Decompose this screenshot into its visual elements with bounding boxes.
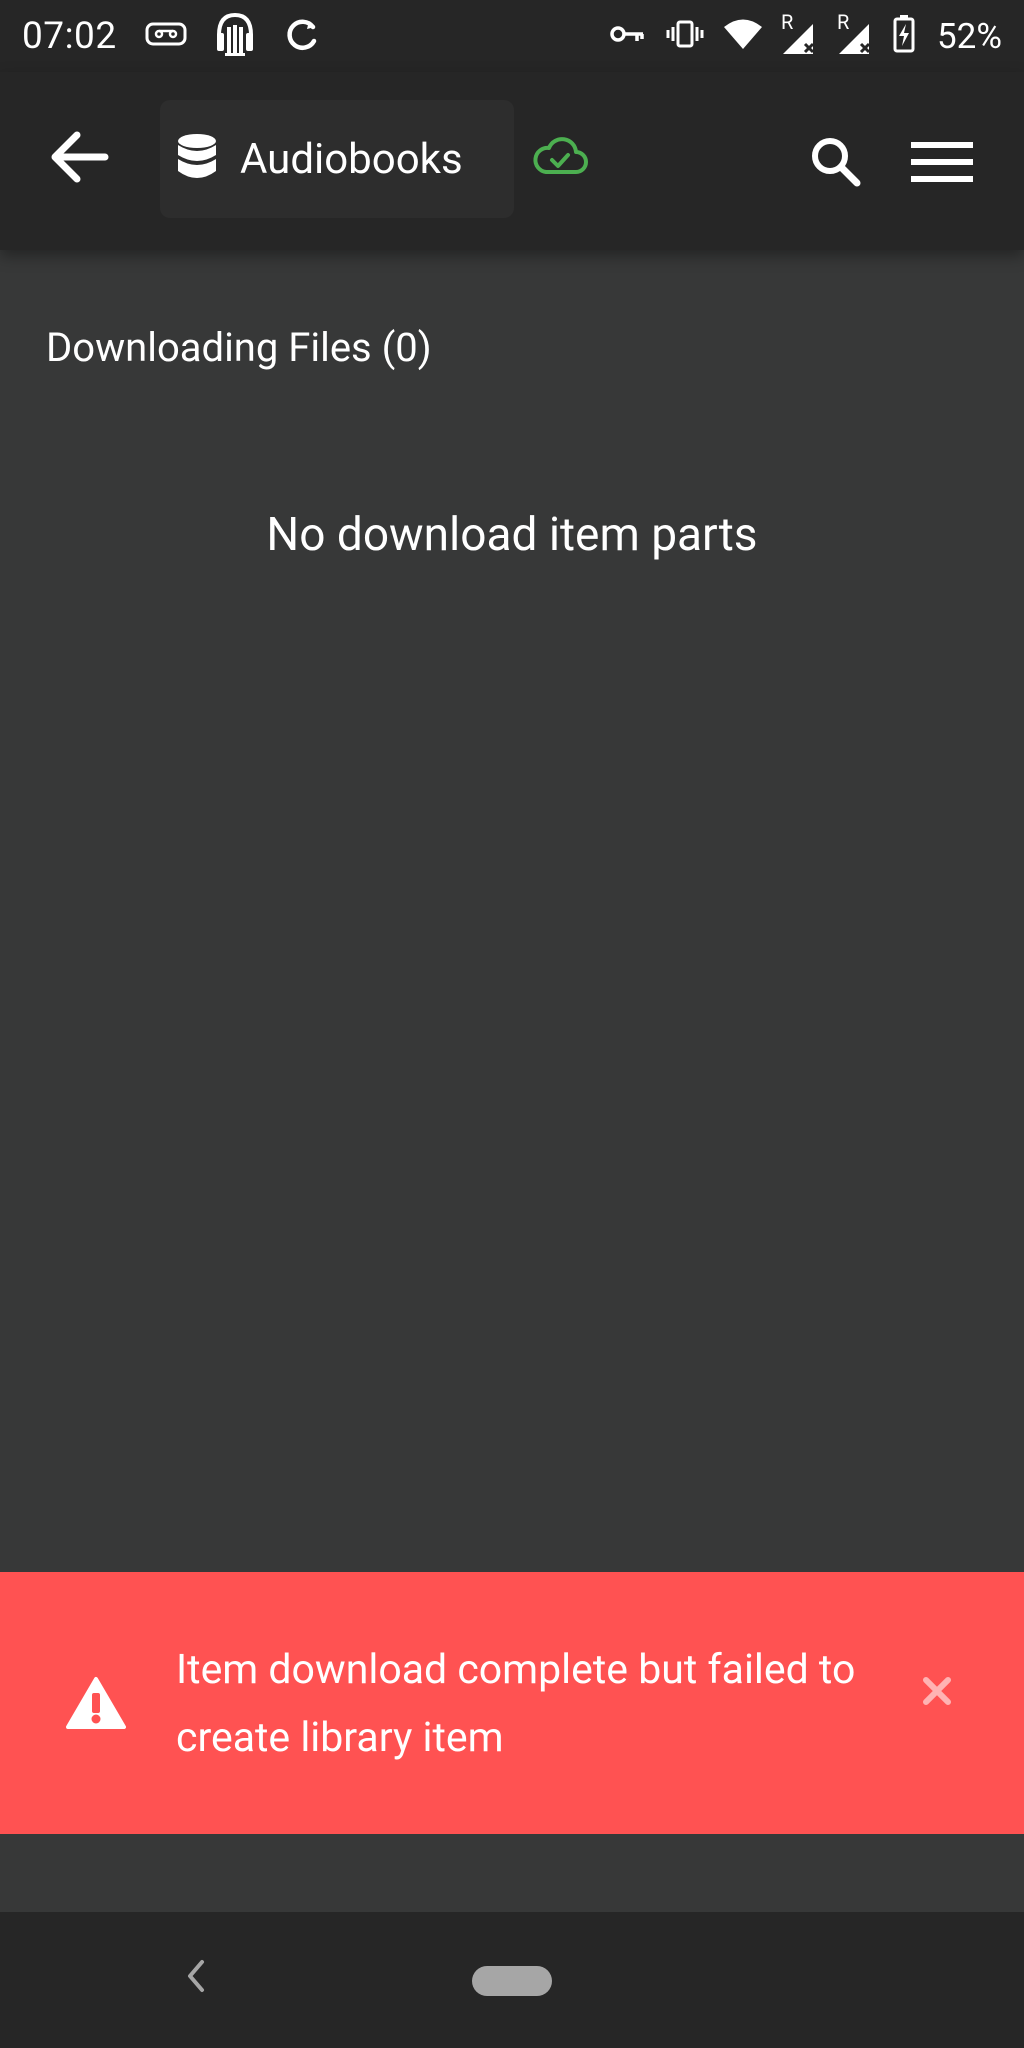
signal-r-icon: R <box>781 10 819 56</box>
sync-icon <box>283 15 321 57</box>
status-time: 07:02 <box>22 14 117 58</box>
vpn-key-icon <box>609 22 647 50</box>
search-button[interactable] <box>804 132 868 196</box>
nav-back-icon[interactable] <box>180 1956 214 2000</box>
menu-button[interactable] <box>906 132 978 196</box>
app-bar: Audiobooks <box>0 72 1024 250</box>
search-icon <box>810 136 862 192</box>
nav-home-pill[interactable] <box>472 1966 552 1996</box>
battery-charging-icon <box>893 15 915 57</box>
navigation-bar <box>0 1912 1024 2048</box>
library-selector[interactable]: Audiobooks <box>160 100 514 218</box>
back-button[interactable] <box>44 124 114 194</box>
status-bar: 07:02 R R 52% <box>0 0 1024 72</box>
toast-close-button[interactable] <box>912 1668 962 1718</box>
empty-message: No download item parts <box>266 508 758 562</box>
arrow-left-icon <box>49 130 109 188</box>
wifi-icon <box>723 18 763 54</box>
roaming-label: R <box>837 10 850 34</box>
vibrate-icon <box>665 19 705 53</box>
error-toast[interactable]: Item download complete but failed to cre… <box>0 1572 1024 1834</box>
close-icon <box>922 1676 952 1710</box>
cassette-icon <box>145 20 187 52</box>
status-left: 07:02 <box>22 11 321 61</box>
library-name: Audiobooks <box>240 134 463 184</box>
section-title: Downloading Files (0) <box>46 324 432 371</box>
roaming-label: R <box>781 10 794 34</box>
audiobookshelf-icon <box>215 11 255 61</box>
status-right: R R 52% <box>609 10 1002 57</box>
toast-message: Item download complete but failed to cre… <box>176 1646 856 1762</box>
cloud-check-icon[interactable] <box>532 136 588 180</box>
signal-r-icon: R <box>837 10 875 56</box>
content-bottom <box>0 1834 1024 1914</box>
menu-icon <box>911 140 973 188</box>
database-icon <box>176 133 218 185</box>
warning-icon <box>66 1676 126 1734</box>
battery-percentage: 52% <box>937 15 1002 57</box>
